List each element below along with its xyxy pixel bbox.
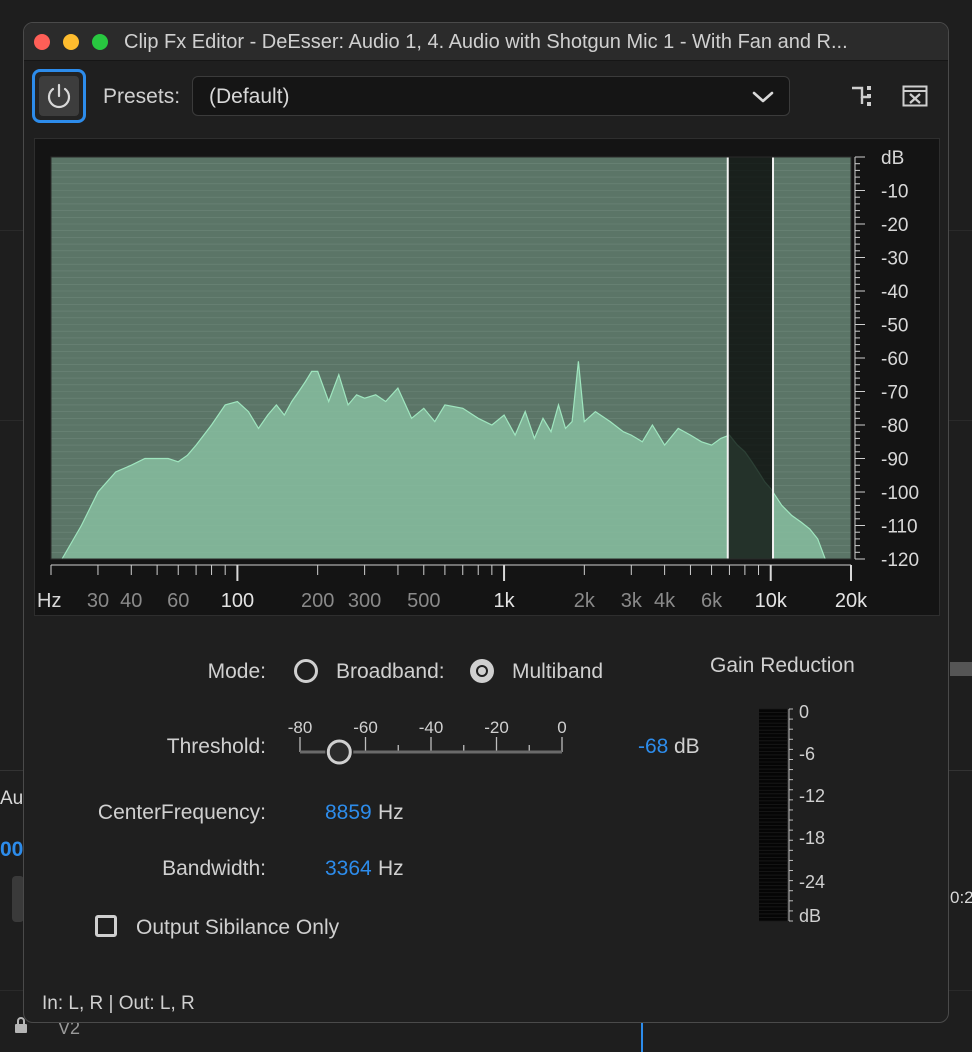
- x-tick-label: 1k: [493, 590, 515, 612]
- background-timecode[interactable]: 00: [0, 838, 23, 862]
- output-sibilance-checkbox[interactable]: [95, 915, 117, 937]
- spectrum-svg[interactable]: dB -10 -20 -30 -40 -50 -60 -70 -80 -90 -100 -110 -12…: [35, 139, 941, 617]
- presets-selected-value: (Default): [209, 85, 290, 108]
- x-tick-label: 4k: [654, 590, 676, 612]
- x-unit-label: Hz: [37, 590, 61, 612]
- background-time: 0:2: [950, 888, 972, 907]
- meter-scale-label: -18: [799, 828, 825, 848]
- center-frequency-label: CenterFrequency:: [97, 801, 266, 824]
- broadband-radio[interactable]: [294, 659, 318, 683]
- x-tick-label: 10k: [755, 590, 788, 612]
- y-tick-label: -50: [881, 316, 908, 337]
- radio-selected-dot: [476, 665, 488, 677]
- y-tick-label: -70: [881, 383, 908, 404]
- y-tick-label: -10: [881, 182, 908, 203]
- y-tick-label: -40: [881, 282, 908, 303]
- y-tick-label: -110: [881, 517, 918, 538]
- y-unit-label: dB: [881, 148, 904, 169]
- remove-effect-icon[interactable]: [902, 85, 928, 107]
- meter-scale-label: 0: [799, 703, 809, 722]
- presets-label: Presets:: [103, 85, 181, 108]
- y-tick-label: -20: [881, 215, 908, 236]
- sibilance-band: [727, 157, 774, 559]
- background-audio-label: Au: [0, 788, 24, 809]
- io-status: In: L, R | Out: L, R: [42, 993, 195, 1014]
- multiband-label[interactable]: Multiband: [512, 660, 603, 684]
- x-tick-label: 200: [301, 590, 334, 612]
- threshold-slider[interactable]: -80 -60 -40 -20 0: [284, 715, 574, 767]
- broadband-label[interactable]: Broadband:: [336, 660, 445, 684]
- bandwidth-value[interactable]: 3364: [325, 857, 372, 881]
- x-tick-label: 6k: [701, 590, 723, 612]
- threshold-scale-label: -60: [353, 718, 378, 737]
- x-tick-label: 2k: [574, 590, 596, 612]
- y-tick-label: -60: [881, 349, 908, 370]
- meter-scale-label: -6: [799, 744, 815, 764]
- x-tick-label: 30: [87, 590, 109, 612]
- y-tick-label: -80: [881, 416, 908, 437]
- effect-power-button[interactable]: [32, 69, 86, 123]
- threshold-scale-label: -20: [484, 718, 509, 737]
- x-tick-label: 300: [348, 590, 381, 612]
- title-bar[interactable]: Clip Fx Editor - DeEsser: Audio 1, 4. Au…: [24, 23, 948, 61]
- window-title: Clip Fx Editor - DeEsser: Audio 1, 4. Au…: [124, 31, 848, 53]
- y-tick-label: -100: [881, 483, 919, 504]
- presets-dropdown[interactable]: (Default): [192, 76, 790, 116]
- radio-selected-center: [478, 667, 486, 675]
- frequency-spectrum-graph[interactable]: dB -10 -20 -30 -40 -50 -60 -70 -80 -90 -100 -110 -12…: [34, 138, 940, 616]
- gain-reduction-title: Gain Reduction: [710, 654, 855, 677]
- threshold-unit: dB: [674, 735, 700, 758]
- threshold-scale-label: 0: [557, 718, 566, 737]
- close-window-button[interactable]: [34, 34, 50, 50]
- threshold-scale-label: -40: [419, 718, 444, 737]
- minimize-window-button[interactable]: [63, 34, 79, 50]
- bandwidth-label: Bandwidth:: [162, 857, 266, 880]
- chevron-down-icon: [751, 87, 775, 107]
- meter-scale-label: -24: [799, 872, 825, 892]
- meter-scale-label: -12: [799, 786, 825, 806]
- x-tick-label: 40: [120, 590, 142, 612]
- x-tick-label: 100: [221, 590, 254, 612]
- mode-label: Mode:: [207, 660, 266, 683]
- clip-fx-editor-window: Clip Fx Editor - DeEsser: Audio 1, 4. Au…: [23, 22, 949, 1023]
- meter-unit-label: dB: [799, 906, 821, 923]
- y-tick-label: -120: [881, 550, 919, 571]
- threshold-handle: [326, 739, 352, 765]
- maximize-window-button[interactable]: [92, 34, 108, 50]
- bandwidth-unit: Hz: [378, 857, 404, 880]
- threshold-scale-label: -80: [288, 718, 313, 737]
- x-tick-label: 20k: [835, 590, 868, 612]
- power-icon: [39, 76, 79, 116]
- gain-reduction-meter: 0 -6 -12 -18 -24 dB: [759, 703, 825, 923]
- output-sibilance-label[interactable]: Output Sibilance Only: [136, 916, 339, 940]
- multiband-radio[interactable]: [470, 659, 494, 683]
- playhead[interactable]: [641, 1022, 643, 1052]
- threshold-label: Threshold:: [166, 735, 266, 758]
- y-tick-label: -30: [881, 249, 908, 270]
- center-frequency-value[interactable]: 8859: [325, 801, 372, 825]
- background-scrollbar[interactable]: [950, 662, 972, 676]
- y-tick-label: -90: [881, 450, 908, 471]
- x-tick-label: 500: [407, 590, 440, 612]
- x-tick-label: 3k: [621, 590, 643, 612]
- center-frequency-unit: Hz: [378, 801, 404, 824]
- channel-routing-icon[interactable]: [850, 83, 876, 109]
- threshold-value[interactable]: -68: [638, 735, 668, 759]
- x-tick-label: 60: [167, 590, 189, 612]
